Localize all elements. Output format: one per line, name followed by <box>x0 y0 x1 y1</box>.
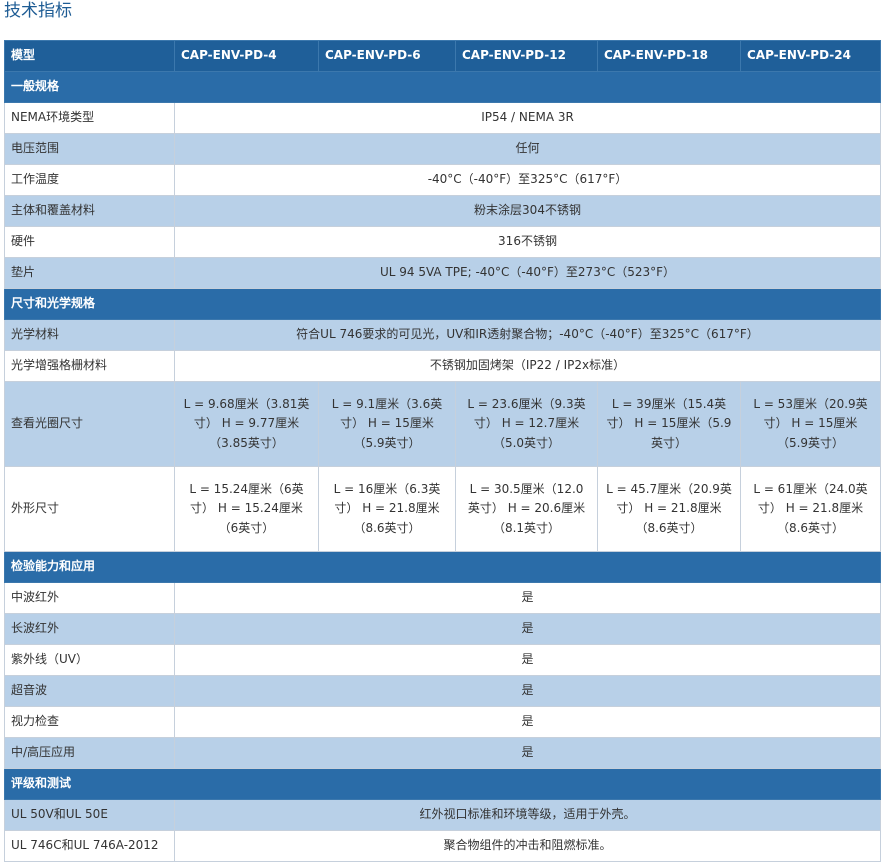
table-row: 光学增强格栅材料 不锈钢加固烤架（IP22 / IP2x标准） <box>4 350 881 382</box>
section-ratings: 评级和测试 <box>4 768 881 800</box>
row-label: 工作温度 <box>4 164 175 196</box>
header-model-5: CAP-ENV-PD-24 <box>740 40 881 72</box>
table-row: NEMA环境类型 IP54 / NEMA 3R <box>4 102 881 134</box>
row-label: 光学材料 <box>4 319 175 351</box>
table-row: 查看光圈尺寸 L = 9.68厘米（3.81英寸） H = 9.77厘米（3.8… <box>4 381 881 467</box>
header-model-2: CAP-ENV-PD-6 <box>318 40 456 72</box>
table-row: 中波红外 是 <box>4 582 881 614</box>
row-value: 是 <box>174 613 881 645</box>
row-value: 聚合物组件的冲击和阻燃标准。 <box>174 830 881 862</box>
table-row: UL 746C和UL 746A-2012 聚合物组件的冲击和阻燃标准。 <box>4 830 881 862</box>
row-value: 红外视口标准和环境等级，适用于外壳。 <box>174 799 881 831</box>
row-label: 外形尺寸 <box>4 466 175 552</box>
spec-table: 模型 CAP-ENV-PD-4 CAP-ENV-PD-6 CAP-ENV-PD-… <box>4 40 881 862</box>
section-title: 评级和测试 <box>4 768 881 800</box>
table-row: 电压范围 任何 <box>4 133 881 165</box>
row-value: 316不锈钢 <box>174 226 881 258</box>
aperture-value-2: L = 9.1厘米（3.6英寸） H = 15厘米（5.9英寸） <box>318 381 456 467</box>
row-value: 是 <box>174 706 881 738</box>
row-value: 是 <box>174 737 881 769</box>
row-value: 是 <box>174 582 881 614</box>
row-label: 中波红外 <box>4 582 175 614</box>
table-header-row: 模型 CAP-ENV-PD-4 CAP-ENV-PD-6 CAP-ENV-PD-… <box>4 40 881 72</box>
header-model-3: CAP-ENV-PD-12 <box>455 40 598 72</box>
outer-value-4: L = 45.7厘米（20.9英寸） H = 21.8厘米（8.6英寸） <box>597 466 741 552</box>
row-value: 粉末涂层304不锈钢 <box>174 195 881 227</box>
outer-value-5: L = 61厘米（24.0英寸） H = 21.8厘米（8.6英寸） <box>740 466 881 552</box>
row-label: 查看光圈尺寸 <box>4 381 175 467</box>
table-row: 超音波 是 <box>4 675 881 707</box>
row-value: UL 94 5VA TPE; -40°C（-40°F）至273°C（523°F） <box>174 257 881 289</box>
row-value: 符合UL 746要求的可见光，UV和IR透射聚合物；-40°C（-40°F）至3… <box>174 319 881 351</box>
section-general: 一般规格 <box>4 71 881 103</box>
outer-value-3: L = 30.5厘米（12.0英寸） H = 20.6厘米（8.1英寸） <box>455 466 598 552</box>
table-row: 硬件 316不锈钢 <box>4 226 881 258</box>
table-row: 紫外线（UV） 是 <box>4 644 881 676</box>
table-row: 垫片 UL 94 5VA TPE; -40°C（-40°F）至273°C（523… <box>4 257 881 289</box>
table-row: 中/高压应用 是 <box>4 737 881 769</box>
row-value: 任何 <box>174 133 881 165</box>
row-label: 光学增强格栅材料 <box>4 350 175 382</box>
row-label: UL 746C和UL 746A-2012 <box>4 830 175 862</box>
header-model-1: CAP-ENV-PD-4 <box>174 40 319 72</box>
section-title: 尺寸和光学规格 <box>4 288 881 320</box>
table-row: 工作温度 -40°C（-40°F）至325°C（617°F） <box>4 164 881 196</box>
row-value: 是 <box>174 644 881 676</box>
aperture-value-5: L = 53厘米（20.9英寸） H = 15厘米（5.9英寸） <box>740 381 881 467</box>
section-title: 一般规格 <box>4 71 881 103</box>
row-value: -40°C（-40°F）至325°C（617°F） <box>174 164 881 196</box>
row-label: 主体和覆盖材料 <box>4 195 175 227</box>
table-row: 外形尺寸 L = 15.24厘米（6英寸） H = 15.24厘米（6英寸） L… <box>4 466 881 552</box>
row-label: 垫片 <box>4 257 175 289</box>
aperture-value-1: L = 9.68厘米（3.81英寸） H = 9.77厘米（3.85英寸） <box>174 381 319 467</box>
aperture-value-4: L = 39厘米（15.4英寸） H = 15厘米（5.9英寸） <box>597 381 741 467</box>
section-inspection: 检验能力和应用 <box>4 551 881 583</box>
row-label: 紫外线（UV） <box>4 644 175 676</box>
table-row: 长波红外 是 <box>4 613 881 645</box>
row-label: NEMA环境类型 <box>4 102 175 134</box>
row-value: 不锈钢加固烤架（IP22 / IP2x标准） <box>174 350 881 382</box>
row-label: 视力检查 <box>4 706 175 738</box>
row-label: 长波红外 <box>4 613 175 645</box>
row-value: IP54 / NEMA 3R <box>174 102 881 134</box>
aperture-value-3: L = 23.6厘米（9.3英寸） H = 12.7厘米（5.0英寸） <box>455 381 598 467</box>
table-row: 视力检查 是 <box>4 706 881 738</box>
section-title: 检验能力和应用 <box>4 551 881 583</box>
table-row: UL 50V和UL 50E 红外视口标准和环境等级，适用于外壳。 <box>4 799 881 831</box>
row-label: 硬件 <box>4 226 175 258</box>
row-label: 超音波 <box>4 675 175 707</box>
table-row: 光学材料 符合UL 746要求的可见光，UV和IR透射聚合物；-40°C（-40… <box>4 319 881 351</box>
page-title: 技术指标 <box>4 1 72 21</box>
row-label: UL 50V和UL 50E <box>4 799 175 831</box>
table-row: 主体和覆盖材料 粉末涂层304不锈钢 <box>4 195 881 227</box>
header-model-label: 模型 <box>4 40 175 72</box>
row-value: 是 <box>174 675 881 707</box>
section-optical: 尺寸和光学规格 <box>4 288 881 320</box>
row-label: 电压范围 <box>4 133 175 165</box>
outer-value-1: L = 15.24厘米（6英寸） H = 15.24厘米（6英寸） <box>174 466 319 552</box>
row-label: 中/高压应用 <box>4 737 175 769</box>
header-model-4: CAP-ENV-PD-18 <box>597 40 741 72</box>
outer-value-2: L = 16厘米（6.3英寸） H = 21.8厘米（8.6英寸） <box>318 466 456 552</box>
